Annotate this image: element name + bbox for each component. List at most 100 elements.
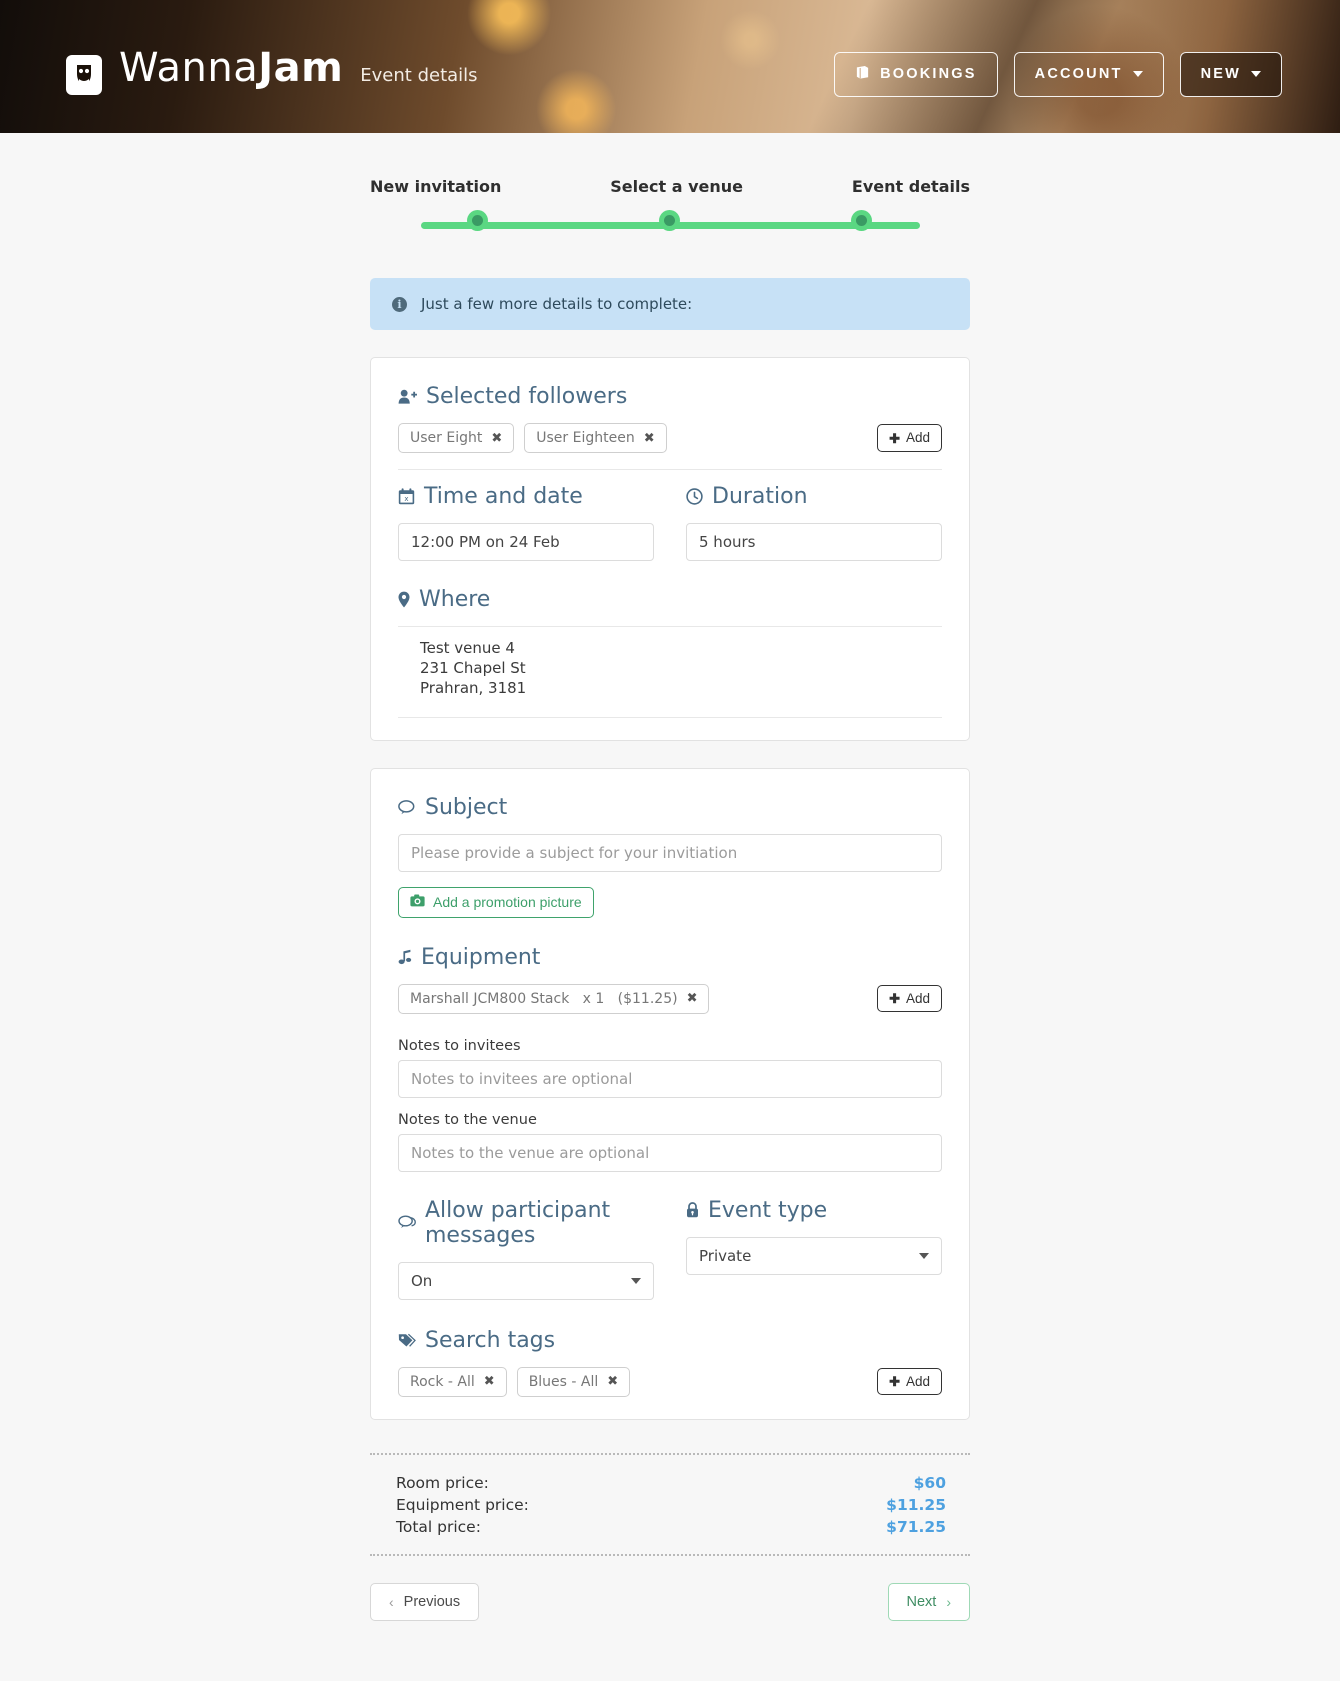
notes-invitees-input[interactable] — [398, 1059, 942, 1098]
search-tag-chip[interactable]: Rock - All ✖ — [398, 1366, 507, 1397]
follower-chip[interactable]: User Eight ✖ — [398, 423, 515, 453]
wizard-stepper: New invitation Select a venue Event deta… — [370, 133, 970, 238]
chevron-left-icon: ‹ — [389, 1593, 394, 1610]
subject-input[interactable] — [398, 833, 942, 872]
messages-eventtype-row: Allow participant messages On Event type — [398, 1198, 942, 1300]
search-tags-heading-label: Search tags — [425, 1327, 556, 1353]
calendar-icon: x — [398, 488, 415, 505]
total-price-value: $71.25 — [886, 1517, 946, 1536]
time-and-date-input[interactable] — [398, 523, 654, 561]
add-equipment-button[interactable]: ✚ Add — [877, 984, 942, 1013]
room-price-label: Room price: — [396, 1473, 489, 1492]
wizard-step-dot-2[interactable] — [659, 210, 680, 231]
notes-venue-label: Notes to the venue — [398, 1111, 537, 1128]
bookings-button[interactable]: BOOKINGS — [834, 52, 998, 97]
event-type-group: Event type Private — [686, 1198, 942, 1300]
info-icon: i — [392, 296, 407, 312]
selected-followers-row: User Eight ✖ User Eighteen ✖ ✚ Add — [398, 423, 942, 453]
clock-icon — [686, 488, 703, 505]
where-heading: Where — [398, 587, 942, 612]
where-heading-label: Where — [419, 587, 491, 612]
header-actions: BOOKINGS ACCOUNT NEW — [834, 52, 1282, 97]
event-type-select[interactable]: Private — [686, 1236, 942, 1275]
wizard-step-dot-1[interactable] — [467, 210, 488, 231]
subject-heading: Subject — [398, 795, 942, 820]
equipment-chip-label: Marshall JCM800 Stack x 1 ($11.25) — [410, 990, 678, 1007]
search-tag-chip-label: Rock - All — [410, 1373, 475, 1390]
map-pin-icon — [398, 591, 410, 608]
next-button[interactable]: Next › — [887, 1582, 970, 1622]
duration-group: Duration — [686, 484, 942, 561]
duration-input[interactable] — [686, 523, 942, 561]
equipment-heading-label: Equipment — [421, 944, 541, 970]
search-tag-chip-label: Blues - All — [528, 1373, 599, 1390]
user-plus-icon — [398, 388, 417, 405]
selected-followers-chips: User Eight ✖ User Eighteen ✖ — [398, 423, 877, 453]
add-follower-label: Add — [905, 430, 930, 446]
remove-icon[interactable]: ✖ — [644, 431, 655, 446]
search-tag-chip[interactable]: Blues - All ✖ — [516, 1366, 631, 1397]
remove-icon[interactable]: ✖ — [687, 991, 698, 1006]
follower-chip-label: User Eighteen — [536, 430, 635, 446]
new-label: NEW — [1200, 66, 1241, 82]
selected-followers-heading: Selected followers — [398, 384, 942, 409]
time-and-date-group: x Time and date — [398, 484, 654, 561]
lock-icon — [686, 1202, 699, 1218]
price-summary: Room price: $60 Equipment price: $11.25 … — [370, 1452, 970, 1556]
remove-icon[interactable]: ✖ — [484, 1374, 495, 1389]
brand-name-suffix: Jam — [258, 45, 344, 91]
next-label: Next — [906, 1593, 937, 1610]
time-and-date-heading: x Time and date — [398, 484, 654, 509]
account-label: ACCOUNT — [1034, 66, 1123, 82]
divider — [398, 716, 942, 718]
subject-heading-label: Subject — [425, 794, 508, 820]
equipment-price-label: Equipment price: — [396, 1495, 529, 1514]
venue-name: Test venue 4 — [420, 639, 515, 657]
wizard-step-label-1: New invitation — [370, 177, 502, 196]
event-type-heading-label: Event type — [708, 1197, 828, 1223]
add-search-tag-button[interactable]: ✚ Add — [877, 1367, 942, 1396]
participant-messages-heading-label: Allow participant messages — [425, 1197, 611, 1248]
dotted-divider-bottom — [370, 1553, 970, 1556]
event-type-heading: Event type — [686, 1198, 942, 1223]
new-button[interactable]: NEW — [1179, 52, 1282, 97]
event-summary-panel: Selected followers User Eight ✖ User Eig… — [370, 357, 970, 741]
divider — [398, 469, 942, 470]
search-tags-heading: Search tags — [398, 1328, 942, 1353]
participant-messages-value: On — [411, 1271, 433, 1290]
wannajam-logo-icon — [66, 55, 102, 95]
previous-button[interactable]: ‹ Previous — [370, 1582, 480, 1622]
chevron-down-icon — [919, 1252, 929, 1259]
wizard-labels: New invitation Select a venue Event deta… — [370, 177, 970, 196]
add-follower-button[interactable]: ✚ Add — [877, 424, 942, 452]
camera-icon — [410, 894, 425, 911]
brand-name: WannaJam — [119, 45, 343, 91]
follower-chip-label: User Eight — [410, 430, 483, 446]
wizard-step-dot-3[interactable] — [851, 210, 872, 231]
total-price-label: Total price: — [396, 1517, 481, 1536]
add-equipment-label: Add — [905, 990, 930, 1006]
add-promotion-picture-label: Add a promotion picture — [433, 893, 582, 910]
venue-suburb: Prahran, 3181 — [420, 678, 527, 697]
plus-icon: ✚ — [889, 430, 900, 446]
page-title: Event details — [360, 65, 478, 86]
equipment-chip[interactable]: Marshall JCM800 Stack x 1 ($11.25) ✖ — [398, 983, 710, 1014]
follower-chip[interactable]: User Eighteen ✖ — [524, 423, 667, 453]
wizard-step-dot-inner — [664, 215, 675, 226]
search-tags-chips: Rock - All ✖ Blues - All ✖ — [398, 1366, 877, 1397]
account-button[interactable]: ACCOUNT — [1013, 52, 1164, 97]
equipment-chips: Marshall JCM800 Stack x 1 ($11.25) ✖ — [398, 983, 877, 1014]
add-promotion-picture-button[interactable]: Add a promotion picture — [398, 886, 594, 918]
remove-icon[interactable]: ✖ — [491, 431, 502, 446]
tag-icon — [398, 1333, 416, 1348]
remove-icon[interactable]: ✖ — [607, 1374, 618, 1389]
duration-heading: Duration — [686, 484, 942, 509]
previous-label: Previous — [403, 1593, 461, 1610]
event-details-panel: Subject Add a promotion picture Equi — [370, 767, 970, 1420]
participant-messages-group: Allow participant messages On — [398, 1198, 654, 1300]
duration-heading-label: Duration — [712, 484, 808, 509]
notes-venue-input[interactable] — [398, 1133, 942, 1172]
speech-bubble-icon — [398, 799, 416, 815]
equipment-price-row: Equipment price: $11.25 — [396, 1494, 946, 1516]
participant-messages-select[interactable]: On — [398, 1261, 654, 1300]
